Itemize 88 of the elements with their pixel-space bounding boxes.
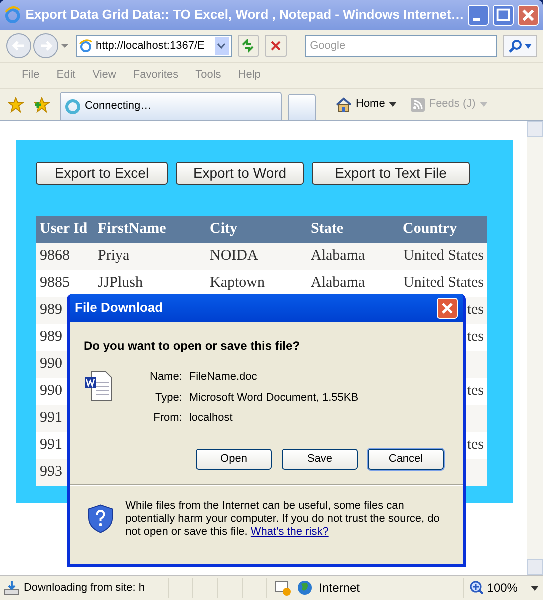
back-button[interactable] (6, 33, 32, 59)
forward-button[interactable] (33, 33, 59, 59)
caret-icon (389, 102, 398, 107)
table-cell: tes (467, 302, 484, 318)
window-title: Export Data Grid Data:: TO Excel, Word , Notepad - Windows Internet… (26, 6, 464, 24)
table-cell: 990 (40, 383, 62, 400)
shield-question-icon (88, 504, 114, 534)
search-field[interactable]: Google (305, 35, 498, 57)
column-header[interactable]: User Id (40, 221, 88, 238)
column-header[interactable]: Country (403, 221, 458, 238)
refresh-button[interactable] (238, 35, 260, 57)
export-button[interactable]: Export to Word (176, 162, 304, 185)
table-cell: Alabama (311, 275, 366, 292)
chevron-down-icon (217, 43, 226, 49)
column-header[interactable]: State (311, 221, 344, 238)
browser-logo-icon (4, 6, 22, 24)
export-button[interactable]: Export to Text File (312, 162, 470, 185)
browser-tab[interactable]: Connecting… (60, 92, 282, 120)
zoom-icon (470, 581, 484, 595)
minimize-button[interactable] (468, 4, 489, 26)
feeds-command: Feeds (J) (411, 96, 488, 113)
close-icon (270, 40, 282, 52)
globe-icon (297, 580, 314, 596)
maximize-button[interactable] (493, 4, 514, 26)
field-value: localhost (189, 411, 234, 426)
table-cell: 991 (40, 410, 62, 426)
table-cell: 989 (40, 302, 62, 318)
dialog-button[interactable]: Open (196, 448, 272, 470)
zone-text: Internet (319, 580, 361, 597)
table-cell: 9885 (40, 275, 70, 292)
download-icon (4, 580, 20, 596)
warning-text: While files from the Internet can be useful, some files can potentially harm your computer. If you do not trust the source, do not open or save this file. What's the risk? (126, 500, 441, 538)
table-cell: 990 (40, 356, 62, 372)
table-cell: Priya (98, 248, 130, 264)
favorites-star-icon[interactable] (8, 96, 24, 112)
dialog-button[interactable]: Cancel (368, 448, 444, 470)
column-header[interactable]: City (210, 221, 238, 238)
table-cell: Kaptown (210, 275, 265, 292)
table-cell: United States (404, 248, 484, 264)
page-icon (79, 39, 93, 53)
close-button[interactable] (518, 4, 539, 26)
new-tab-button[interactable] (288, 94, 316, 120)
field-label: From: (152, 411, 182, 426)
dialog-title: File Download (75, 299, 164, 318)
refresh-icon (241, 39, 256, 53)
table-cell: 989 (40, 329, 62, 346)
table-cell: 991 (40, 437, 62, 454)
status-text: Downloading from site: h (24, 580, 146, 596)
scrollbar[interactable] (527, 121, 543, 575)
dropdown-arrow-icon[interactable] (60, 42, 70, 50)
dialog-button[interactable]: Save (282, 448, 358, 470)
export-button[interactable]: Export to Excel (36, 162, 168, 185)
address-text: http://localhost:1367/E (96, 38, 206, 54)
table-cell: NOIDA (210, 248, 258, 264)
table-cell: 993 (40, 464, 62, 480)
table-cell: 9868 (40, 248, 70, 264)
close-icon (441, 302, 454, 314)
add-favorite-icon[interactable] (34, 96, 50, 112)
search-button[interactable] (503, 35, 537, 57)
address-dropdown-button[interactable] (214, 37, 229, 55)
loading-icon (65, 98, 81, 114)
home-command[interactable]: Home (336, 96, 398, 113)
table-cell: Alabama (311, 248, 366, 264)
field-label: Type: (154, 390, 182, 406)
table-cell: tes (467, 329, 484, 346)
field-value: Microsoft Word Document, 1.55KB (189, 390, 359, 406)
column-header[interactable]: FirstName (98, 221, 166, 238)
table-cell: tes (467, 383, 484, 400)
stop-button[interactable] (265, 35, 288, 57)
dialog-question: Do you want to open or save this file? (84, 338, 302, 355)
tab-title: Connecting… (85, 99, 152, 114)
caret-icon (524, 44, 532, 48)
zoom-button[interactable]: 100% (463, 578, 539, 598)
field-value: FileName.doc (189, 370, 258, 385)
minimize-icon (473, 18, 480, 20)
popup-blocked-icon[interactable] (275, 580, 292, 596)
close-button[interactable] (437, 298, 458, 318)
caret-icon (480, 102, 488, 107)
address-bar[interactable]: http://localhost:1367/E (76, 35, 232, 57)
table-cell: United States (404, 275, 484, 292)
table-cell: tes (467, 437, 484, 454)
caret-icon (530, 586, 539, 590)
search-icon (508, 39, 523, 53)
rss-icon (411, 98, 426, 112)
field-label: Name: (150, 370, 182, 385)
house-icon (336, 96, 352, 112)
risk-link[interactable]: What's the risk? (250, 526, 329, 538)
table-cell: JJPlush (98, 275, 144, 292)
